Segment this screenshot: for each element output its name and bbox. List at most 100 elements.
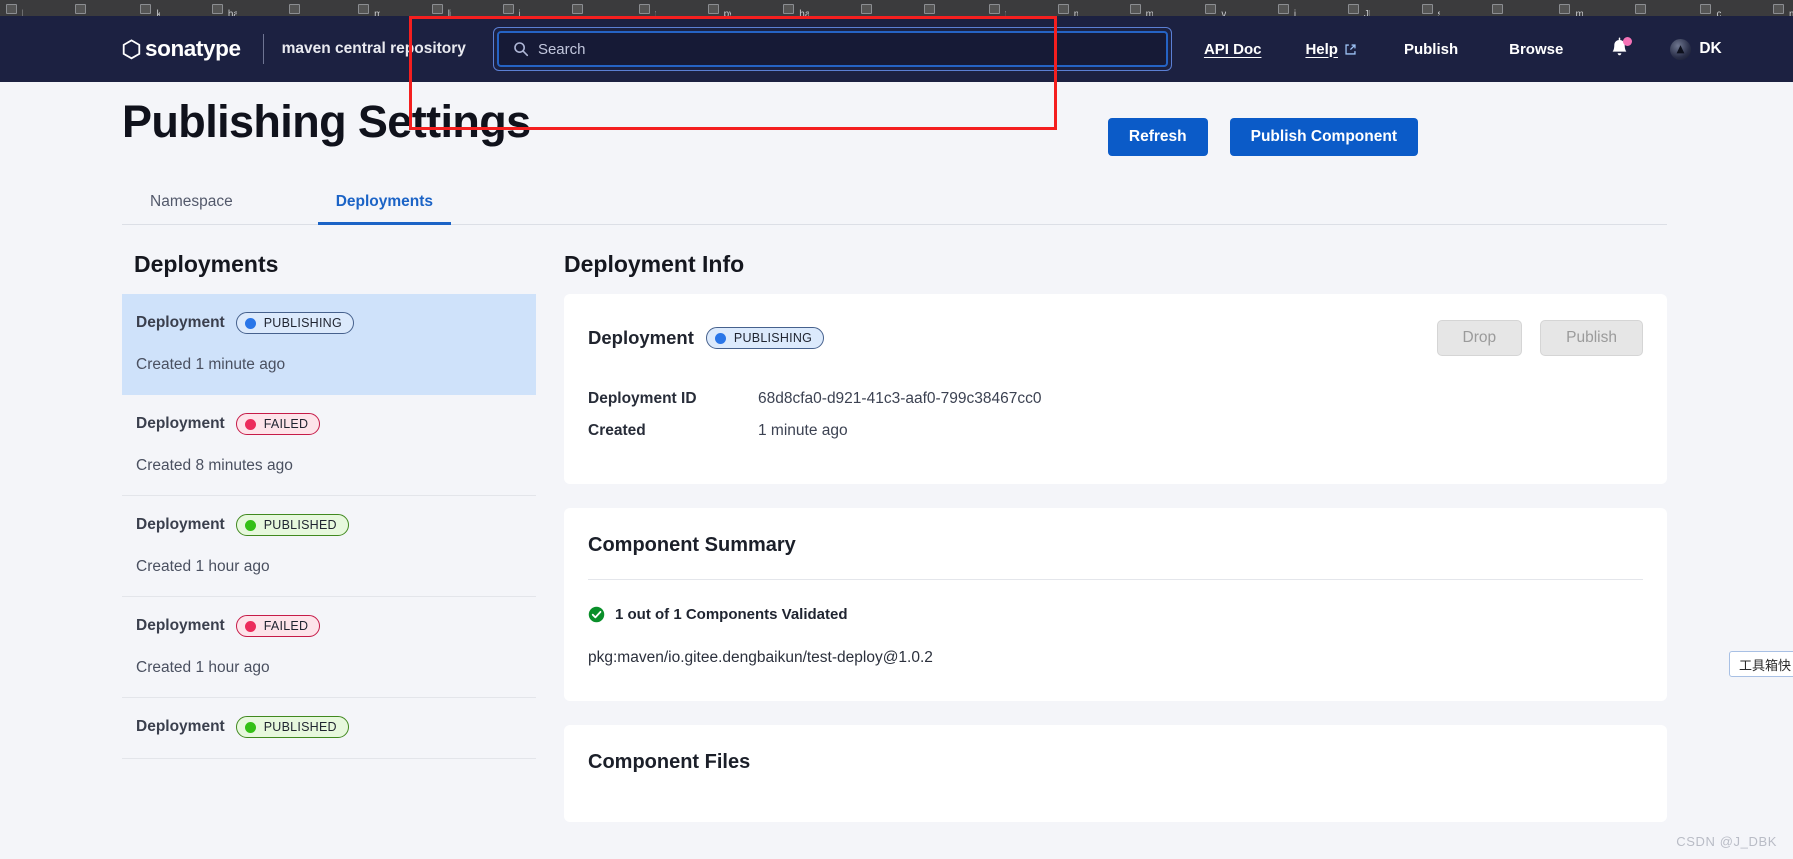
nav-link-help[interactable]: Help — [1305, 41, 1357, 58]
bookmark-favicon-icon — [1773, 4, 1785, 14]
list-item[interactable]: Deployment PUBLISHED — [122, 698, 536, 759]
bookmark-favicon-icon — [1205, 4, 1217, 14]
browser-bookmarks-bar: bak nn kube hadoop 121 mysql linux java FX test py… — [0, 0, 1793, 16]
toolbox-tooltip-chip[interactable]: 工具箱快 — [1729, 651, 1793, 677]
bookmark-item[interactable]: java — [502, 2, 520, 16]
bookmark-item[interactable]: api — [1492, 2, 1507, 16]
bookmark-favicon-icon — [1559, 4, 1571, 14]
status-dot-icon — [714, 332, 726, 344]
drop-button[interactable]: Drop — [1436, 320, 1523, 356]
search-icon — [514, 42, 529, 57]
bookmark-favicon-icon — [1129, 4, 1141, 14]
nav-link-browse[interactable]: Browse — [1509, 41, 1563, 58]
bookmark-item[interactable]: tool — [989, 2, 1006, 16]
deployments-panel: Deployments Deployment PUBLISHING Create… — [122, 225, 536, 846]
bookmark-item[interactable]: idea — [1277, 2, 1296, 17]
status-dot-icon — [244, 620, 256, 632]
bookmark-favicon-icon — [211, 4, 223, 14]
bookmark-favicon-icon — [572, 4, 584, 14]
tab-deployments[interactable]: Deployments — [317, 193, 452, 225]
bookmark-label: python — [723, 8, 732, 17]
notification-unread-dot — [1623, 37, 1633, 46]
bookmark-item[interactable]: mysql — [358, 2, 380, 16]
top-navbar: sonatype maven central repository API Do… — [0, 16, 1793, 82]
bookmark-item[interactable]: kube — [140, 2, 160, 16]
bookmark-item[interactable]: JDBC — [1347, 2, 1370, 16]
bookmark-item[interactable]: shell — [1421, 2, 1440, 16]
bookmark-item[interactable]: cc — [923, 2, 937, 16]
status-badge: PUBLISHED — [235, 514, 349, 536]
list-item-label: Deployment — [136, 415, 225, 432]
bookmark-item[interactable]: hadoop — [211, 2, 238, 17]
list-item[interactable]: Deployment PUBLISHING Created 1 minute a… — [122, 294, 536, 395]
list-item-header: Deployment PUBLISHED — [136, 716, 522, 738]
list-item-header: Deployment PUBLISHING — [136, 312, 522, 334]
page-body: Publishing Settings Refresh Publish Comp… — [0, 82, 1793, 859]
bookmark-item[interactable]: bak — [6, 2, 23, 16]
list-item[interactable]: Deployment FAILED Created 1 hour ago — [122, 597, 536, 698]
search-container — [492, 27, 1172, 71]
search-input[interactable] — [537, 40, 1098, 58]
bookmark-item[interactable]: nn — [74, 2, 89, 16]
list-item-created: Created 8 minutes ago — [136, 457, 293, 474]
bookmark-label: hadoop — [227, 8, 238, 17]
refresh-button[interactable]: Refresh — [1107, 118, 1208, 156]
bookmark-item[interactable]: hadoop — [783, 2, 809, 17]
bookmark-item[interactable]: maven — [1129, 2, 1154, 17]
bookmark-label: test — [655, 9, 656, 17]
sonatype-hexagon-icon — [122, 38, 141, 59]
publish-button[interactable]: Publish — [1540, 320, 1643, 356]
list-item[interactable]: Deployment FAILED Created 8 minutes ago — [122, 395, 536, 496]
tab-namespace[interactable]: Namespace — [146, 193, 237, 224]
bookmark-item[interactable]: FX — [572, 2, 587, 16]
list-item[interactable]: Deployment PUBLISHED Created 1 hour ago — [122, 496, 536, 597]
bookmark-label: tool — [1005, 9, 1006, 17]
table-cell-value: 68d8cfa0-d921-41c3-aaf0-799c38467cc0 — [758, 390, 1042, 407]
bookmark-label: more — [1074, 9, 1078, 17]
bookmark-item[interactable]: maven — [1559, 2, 1583, 16]
bookmark-item[interactable]: linux — [431, 2, 451, 16]
bookmark-item[interactable]: more — [1773, 2, 1793, 16]
deployment-actions: Drop Publish — [1436, 320, 1643, 356]
bookmark-item[interactable]: zk — [1635, 2, 1648, 16]
bookmark-item[interactable]: ft — [860, 2, 872, 16]
account-menu[interactable]: DK — [1670, 38, 1722, 60]
bookmark-favicon-icon — [989, 4, 1001, 14]
component-files-card: Component Files — [564, 725, 1667, 822]
watermark: CSDN @J_DBK — [1676, 834, 1777, 849]
nav-link-publish[interactable]: Publish — [1404, 41, 1458, 58]
nav-link-api-doc[interactable]: API Doc — [1204, 41, 1262, 58]
bookmark-favicon-icon — [860, 4, 872, 14]
notifications-button[interactable] — [1609, 37, 1633, 61]
status-badge-label: PUBLISHED — [263, 518, 337, 532]
deployment-info-card-header: Deployment PUBLISHING Drop Publish — [588, 320, 1643, 356]
check-circle-icon — [588, 606, 605, 623]
bookmark-label: maven — [1145, 8, 1154, 17]
bookmark-label: hadoop — [799, 8, 809, 17]
package-identifier: pkg:maven/io.gitee.dengbaikun/test-deplo… — [588, 649, 933, 666]
bookmark-item[interactable]: cloud — [1700, 2, 1721, 16]
status-badge: PUBLISHING — [705, 327, 825, 349]
bookmark-favicon-icon — [923, 4, 935, 14]
deployment-label: Deployment — [588, 327, 694, 348]
bookmark-item[interactable]: test — [639, 2, 656, 16]
bookmark-item[interactable]: 121 — [289, 2, 306, 16]
bookmark-favicon-icon — [1635, 4, 1647, 14]
bookmark-favicon-icon — [289, 4, 301, 14]
brand-subtitle: maven central repository — [281, 40, 466, 57]
deployment-info-table: Deployment ID 68d8cfa0-d921-41c3-aaf0-79… — [588, 390, 1643, 440]
bookmark-favicon-icon — [1421, 4, 1433, 14]
bookmark-item[interactable]: vhost — [1205, 2, 1226, 16]
bookmark-label: mysql — [374, 8, 380, 17]
list-item-header: Deployment PUBLISHED — [136, 514, 522, 536]
list-item-header: Deployment FAILED — [136, 413, 522, 435]
status-badge-label: PUBLISHING — [733, 331, 813, 345]
bookmark-item[interactable]: python — [707, 2, 732, 17]
search-field[interactable] — [496, 31, 1168, 67]
account-initials: DK — [1699, 40, 1722, 57]
validation-status-row: 1 out of 1 Components Validated — [588, 606, 1643, 623]
brand-block[interactable]: sonatype maven central repository — [122, 34, 466, 64]
bookmark-item[interactable]: more — [1057, 2, 1078, 17]
publish-component-button[interactable]: Publish Component — [1229, 118, 1418, 156]
bookmark-label: idea — [1294, 9, 1296, 17]
